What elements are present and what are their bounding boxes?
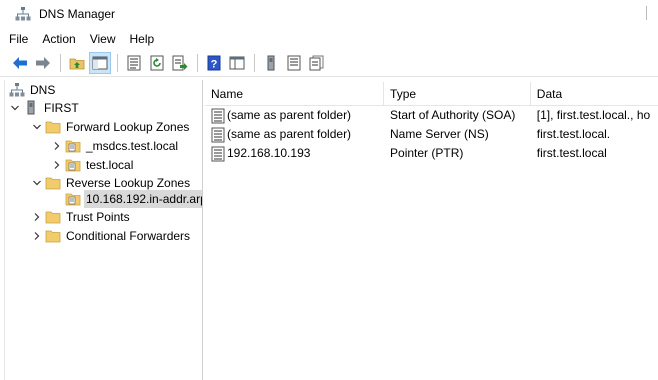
tree-pane: DNS FIRST Forward Lookup Zones _msdcs.te… [5, 80, 203, 380]
records-list-pane: Name Type Data (same as parent folder) S… [205, 80, 658, 380]
svg-text:?: ? [211, 59, 218, 71]
record-icon [309, 55, 324, 71]
toolbar-separator [117, 54, 118, 72]
window-title: DNS Manager [39, 7, 116, 21]
forward-arrow-icon [36, 57, 50, 69]
console-view-icon [229, 56, 245, 70]
forward-button[interactable] [32, 52, 54, 74]
menu-file[interactable]: File [0, 29, 35, 49]
menu-help[interactable]: Help [123, 29, 162, 49]
refresh-button[interactable] [146, 52, 168, 74]
show-hide-tree-icon [92, 56, 108, 70]
tree-node-forward-lookup-zones[interactable]: Forward Lookup Zones [31, 118, 191, 136]
properties-icon [127, 55, 141, 71]
chevron-down-icon[interactable] [31, 121, 43, 133]
tree-node-conditional-forwarders[interactable]: Conditional Forwarders [31, 227, 192, 245]
zone-folder-icon [65, 193, 81, 206]
tree-node-trust-points[interactable]: Trust Points [31, 208, 132, 226]
chevron-right-icon[interactable] [51, 140, 63, 152]
folder-icon [45, 121, 61, 134]
server-icon [27, 100, 35, 115]
toolbar-separator [254, 54, 255, 72]
column-header-name[interactable]: Name [205, 82, 385, 106]
tree-node-msdcs[interactable]: _msdcs.test.local [51, 137, 180, 155]
record-type: Name Server (NS) [390, 127, 489, 141]
export-list-icon [172, 55, 188, 71]
toolbar: ? [0, 50, 658, 77]
properties-button[interactable] [123, 52, 145, 74]
dns-manager-icon [15, 7, 31, 21]
server-icon [267, 55, 275, 71]
export-list-button[interactable] [169, 52, 191, 74]
record-data: first.test.local. [536, 127, 611, 141]
zone-folder-icon [65, 159, 81, 172]
tree-label-dns: DNS [30, 83, 56, 97]
window-controls[interactable] [634, 0, 658, 28]
tree-node-test-local[interactable]: test.local [51, 156, 135, 174]
folder-icon [45, 211, 61, 224]
tree-label-first: FIRST [44, 101, 79, 115]
chevron-right-icon[interactable] [51, 159, 63, 171]
table-row[interactable]: (same as parent folder) Start of Authori… [205, 106, 658, 125]
help-icon: ? [207, 55, 221, 71]
console-view-button[interactable] [226, 52, 248, 74]
folder-icon [45, 230, 61, 243]
back-arrow-icon [13, 57, 27, 69]
tree-label-trust-points: Trust Points [66, 210, 130, 224]
tree-label-msdcs: _msdcs.test.local [86, 139, 179, 153]
tree-label-conditional-forwarders: Conditional Forwarders [66, 229, 191, 243]
record-icon [211, 108, 225, 123]
column-header-data[interactable]: Data [531, 82, 658, 106]
dns-icon [9, 83, 25, 97]
up-folder-icon [69, 58, 85, 70]
record-type: Pointer (PTR) [390, 146, 464, 160]
up-one-level-button[interactable] [66, 52, 88, 74]
record-name: 192.168.10.193 [227, 146, 311, 160]
refresh-icon [150, 55, 164, 71]
column-header-type[interactable]: Type [384, 82, 531, 106]
chevron-down-icon[interactable] [9, 102, 21, 114]
zone-icon [287, 55, 301, 71]
menu-bar: File Action View Help [0, 29, 658, 49]
title-bar: DNS Manager [0, 0, 658, 28]
back-button[interactable] [9, 52, 31, 74]
table-row[interactable]: (same as parent folder) Name Server (NS)… [205, 125, 658, 144]
menu-action[interactable]: Action [35, 29, 82, 49]
toolbar-separator [60, 54, 61, 72]
chevron-down-icon[interactable] [31, 177, 43, 189]
record-icon [211, 146, 225, 161]
list-header: Name Type Data [205, 82, 658, 106]
table-row[interactable]: 192.168.10.193 Pointer (PTR) first.test.… [205, 144, 658, 163]
record-data: [1], first.test.local., ho [536, 108, 651, 122]
tree-node-first[interactable]: FIRST [9, 99, 81, 117]
toolbar-separator [197, 54, 198, 72]
server-button[interactable] [260, 52, 282, 74]
zone-folder-icon [65, 140, 81, 153]
tree-label-test-local: test.local [86, 158, 134, 172]
folder-icon [45, 177, 61, 190]
record-button[interactable] [306, 52, 328, 74]
record-data: first.test.local [536, 146, 607, 160]
show-hide-tree-button[interactable] [89, 52, 111, 74]
record-name: (same as parent folder) [227, 108, 352, 122]
tree-node-dns[interactable]: DNS [9, 81, 57, 99]
tree-node-reverse-zone-10-168-192[interactable]: 10.168.192.in-addr.arpa [65, 190, 202, 208]
menu-view[interactable]: View [83, 29, 123, 49]
tree-label-forward-lookup-zones: Forward Lookup Zones [66, 120, 190, 134]
zone-button[interactable] [283, 52, 305, 74]
chevron-right-icon[interactable] [31, 230, 43, 242]
chevron-right-icon[interactable] [31, 211, 43, 223]
tree-label-reverse-zone: 10.168.192.in-addr.arpa [84, 190, 202, 208]
record-name: (same as parent folder) [227, 127, 352, 141]
record-icon [211, 127, 225, 142]
help-button[interactable]: ? [203, 52, 225, 74]
record-type: Start of Authority (SOA) [390, 108, 516, 122]
